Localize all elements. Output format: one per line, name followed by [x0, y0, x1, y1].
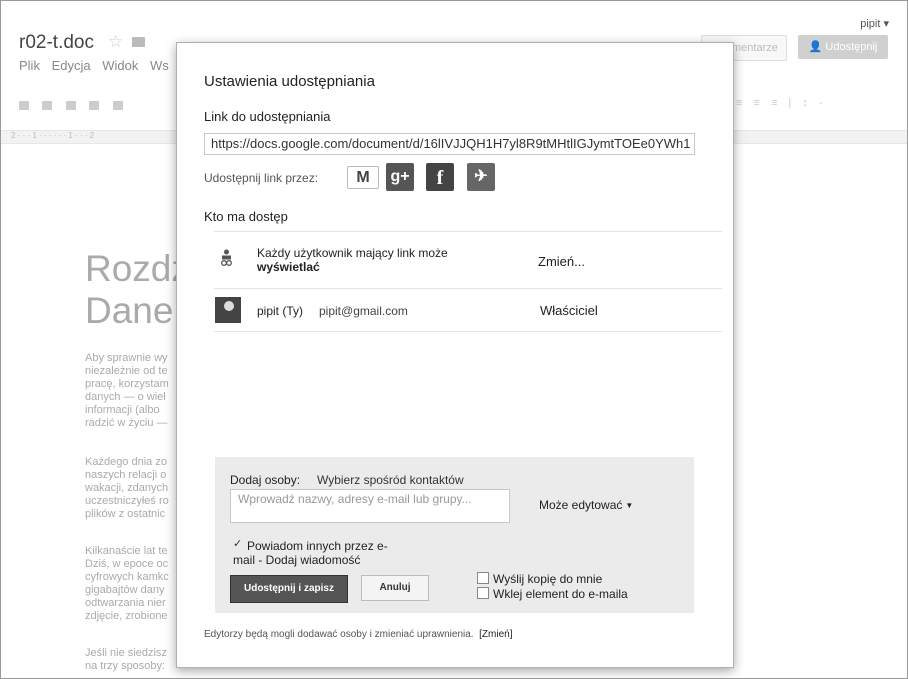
- ruler-numbers: 2 · · · 1 · · · · · · 1 · · · 2: [11, 131, 95, 140]
- change-access-link[interactable]: Zmień...: [538, 254, 585, 269]
- add-message-link[interactable]: - Dodaj wiadomość: [255, 553, 360, 567]
- footer-text: Edytorzy będą mogli dodawać osoby i zmie…: [204, 629, 474, 640]
- paste-item-label: Wklej element do e-maila: [493, 587, 628, 601]
- divider: [214, 231, 722, 232]
- doc-paragraph: Jeśli nie siedzisz na trzy sposoby:: [85, 647, 167, 672]
- star-icon[interactable]: ☆: [108, 32, 123, 52]
- gmail-icon[interactable]: M: [347, 166, 379, 189]
- folder-icon[interactable]: [132, 37, 145, 47]
- link-label: Link do udostępniania: [204, 109, 331, 124]
- format-icon[interactable]: [112, 101, 123, 110]
- access-description: Każdy użytkownik mający link może: [257, 246, 448, 260]
- facebook-icon[interactable]: f: [426, 163, 454, 191]
- dropdown-caret-icon: ▼: [625, 501, 634, 510]
- footer-note: Edytorzy będą mogli dodawać osoby i zmie…: [204, 629, 513, 640]
- user-menu[interactable]: pipit ▾: [860, 17, 889, 30]
- divider: [214, 288, 722, 289]
- access-label: Kto ma dostęp: [204, 209, 288, 224]
- print-icon[interactable]: [19, 101, 29, 110]
- permission-dropdown[interactable]: Może edytować ▼: [539, 498, 633, 512]
- change-editors-link[interactable]: [Zmień]: [479, 629, 512, 640]
- access-level: wyświetlać: [257, 260, 320, 274]
- alignment-tools[interactable]: ≡ ≡ ≡ | ↕ -: [736, 97, 827, 109]
- doc-paragraph: Aby sprawnie wy niezależnie od te pracę, k…: [85, 352, 169, 429]
- doc-paragraph: Kilkanaście lat te Dziś, w epoce oc cyfrow…: [85, 545, 169, 622]
- google-plus-icon[interactable]: g+: [386, 163, 414, 191]
- owner-role: Właściciel: [540, 303, 598, 318]
- sharing-settings-dialog: Ustawienia udostępniania Link do udostęp…: [176, 42, 734, 668]
- doc-paragraph: Każdego dnia zo naszych relacji o wakacji,…: [85, 456, 169, 520]
- share-button[interactable]: 👤 Udostępnij: [798, 35, 888, 59]
- twitter-icon[interactable]: ✈: [467, 163, 495, 191]
- permission-value: Może edytować: [539, 498, 623, 512]
- choose-contacts-link[interactable]: Wybierz spośród kontaktów: [317, 473, 464, 487]
- send-copy-label: Wyślij kopię do mnie: [493, 572, 603, 586]
- access-anyone-with-link: Każdy użytkownik mający link może wyświe…: [257, 246, 448, 274]
- add-people-input[interactable]: Wprowadź nazwy, adresy e-mail lub grupy.…: [230, 489, 510, 523]
- cancel-button[interactable]: Anuluj: [361, 575, 429, 601]
- doc-heading-line2: Dane: [85, 290, 174, 331]
- menu-view[interactable]: Widok: [102, 58, 138, 73]
- doc-heading-line1: Rozdz: [85, 248, 190, 289]
- notify-label-line1: Powiadom innych przez e-: [247, 539, 388, 553]
- paste-item-option[interactable]: Wklej element do e-maila: [477, 587, 628, 601]
- dialog-title: Ustawienia udostępniania: [204, 73, 375, 90]
- owner-email: pipit@gmail.com: [319, 304, 408, 318]
- share-and-save-button[interactable]: Udostępnij i zapisz: [230, 575, 348, 603]
- doc-title[interactable]: r02-t.doc: [19, 32, 94, 54]
- paste-item-checkbox[interactable]: [477, 587, 489, 599]
- send-copy-option[interactable]: Wyślij kopię do mnie: [477, 572, 602, 586]
- menu-insert[interactable]: Ws: [150, 58, 169, 73]
- menu-bar: Plik Edycja Widok Ws: [19, 58, 177, 73]
- notify-option: Powiadom innych przez e- mail - Dodaj wi…: [233, 539, 418, 567]
- menu-edit[interactable]: Edycja: [52, 58, 91, 73]
- app-window: pipit ▾ r02-t.doc ☆ Plik Edycja Widok Ws…: [0, 0, 908, 679]
- people-link-icon: [221, 249, 232, 266]
- menu-file[interactable]: Plik: [19, 58, 40, 73]
- avatar: [215, 297, 241, 323]
- add-people-label: Dodaj osoby:: [230, 473, 301, 487]
- share-link-field[interactable]: https://docs.google.com/document/d/16lIV…: [204, 133, 695, 155]
- paint-format-icon[interactable]: [89, 101, 100, 110]
- send-copy-checkbox[interactable]: [477, 572, 489, 584]
- share-via-label: Udostępnij link przez:: [204, 171, 319, 185]
- divider: [214, 331, 722, 332]
- redo-icon[interactable]: [65, 101, 76, 110]
- owner-name: pipit (Ty): [257, 304, 304, 318]
- toolbar: [19, 97, 132, 111]
- undo-icon[interactable]: [42, 101, 53, 110]
- notify-label-line2: mail: [233, 553, 256, 567]
- add-people-panel: Dodaj osoby: Wybierz spośród kontaktów W…: [215, 457, 694, 613]
- share-button-label: Udostępnij: [825, 41, 878, 53]
